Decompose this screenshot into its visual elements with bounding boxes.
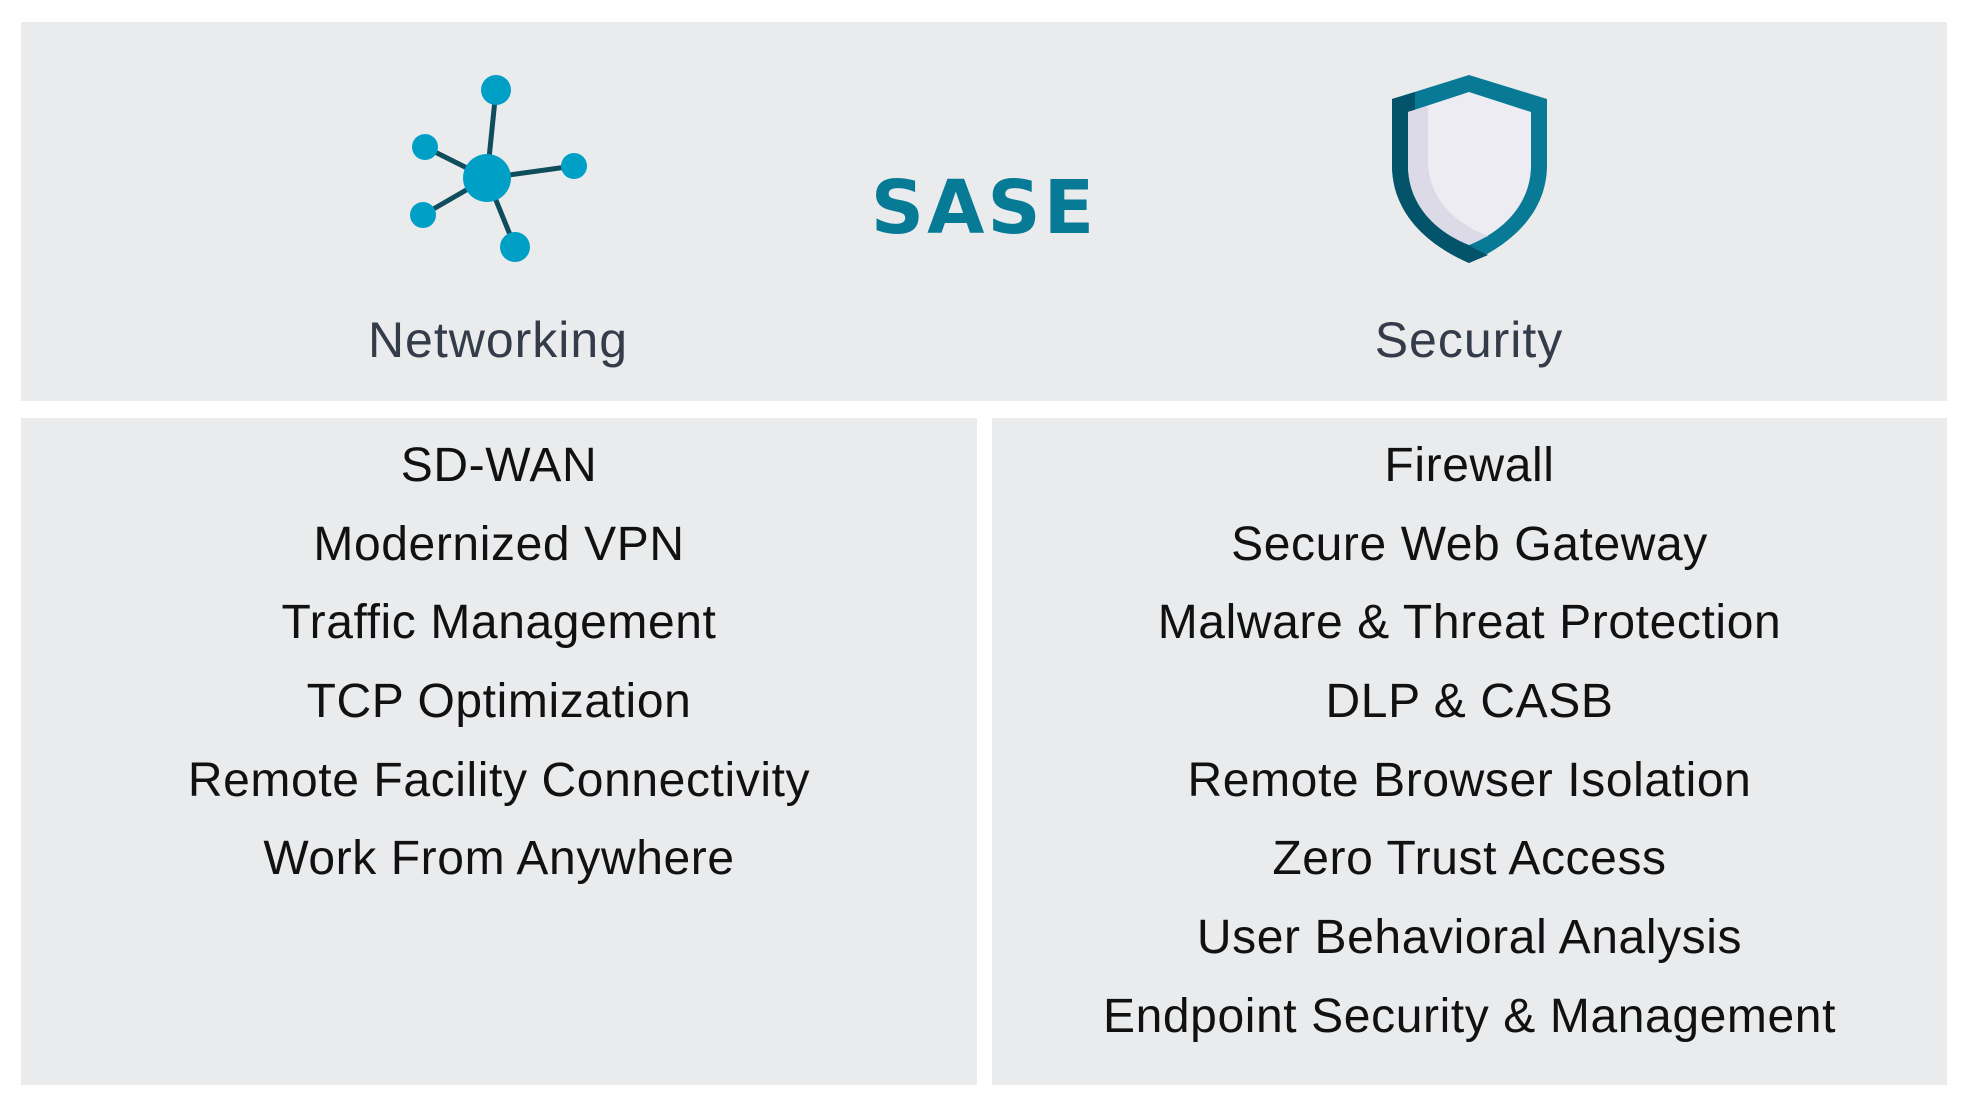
security-feature-item: Remote Browser Isolation	[1187, 753, 1752, 807]
networking-feature-item: Traffic Management	[281, 596, 717, 650]
networking-label: Networking	[367, 312, 629, 368]
networking-feature-item: Work From Anywhere	[263, 832, 735, 886]
network-node-bottom	[500, 232, 530, 262]
security-feature-item: Malware & Threat Protection	[1157, 596, 1782, 650]
networking-feature-item: SD-WAN	[400, 439, 598, 492]
security-feature-item: Zero Trust Access	[1272, 832, 1667, 886]
security-label: Security	[1374, 312, 1564, 368]
network-nodes-icon	[410, 75, 587, 262]
security-feature-list: Firewall Secure Web Gateway Malware & Th…	[992, 436, 1947, 1066]
shield-icon	[1392, 75, 1547, 263]
security-feature-item: DLP & CASB	[1325, 675, 1614, 729]
security-feature-item: Secure Web Gateway	[1231, 517, 1708, 571]
sase-title: SASE	[870, 165, 1098, 251]
networking-feature-list: SD-WAN Modernized VPN Traffic Management…	[21, 436, 977, 908]
network-node-right	[561, 153, 587, 179]
networking-feature-item: Remote Facility Connectivity	[187, 753, 811, 807]
security-feature-item: User Behavioral Analysis	[1196, 911, 1743, 965]
network-node-upper-left	[412, 134, 438, 160]
network-node-lower-left	[410, 202, 436, 228]
network-node-center	[463, 154, 511, 202]
security-feature-item: Firewall	[1384, 439, 1555, 492]
network-node-top	[481, 75, 511, 105]
networking-feature-item: Modernized VPN	[313, 517, 685, 571]
security-feature-item: Endpoint Security & Management	[1102, 989, 1837, 1043]
networking-feature-item: TCP Optimization	[306, 675, 692, 729]
